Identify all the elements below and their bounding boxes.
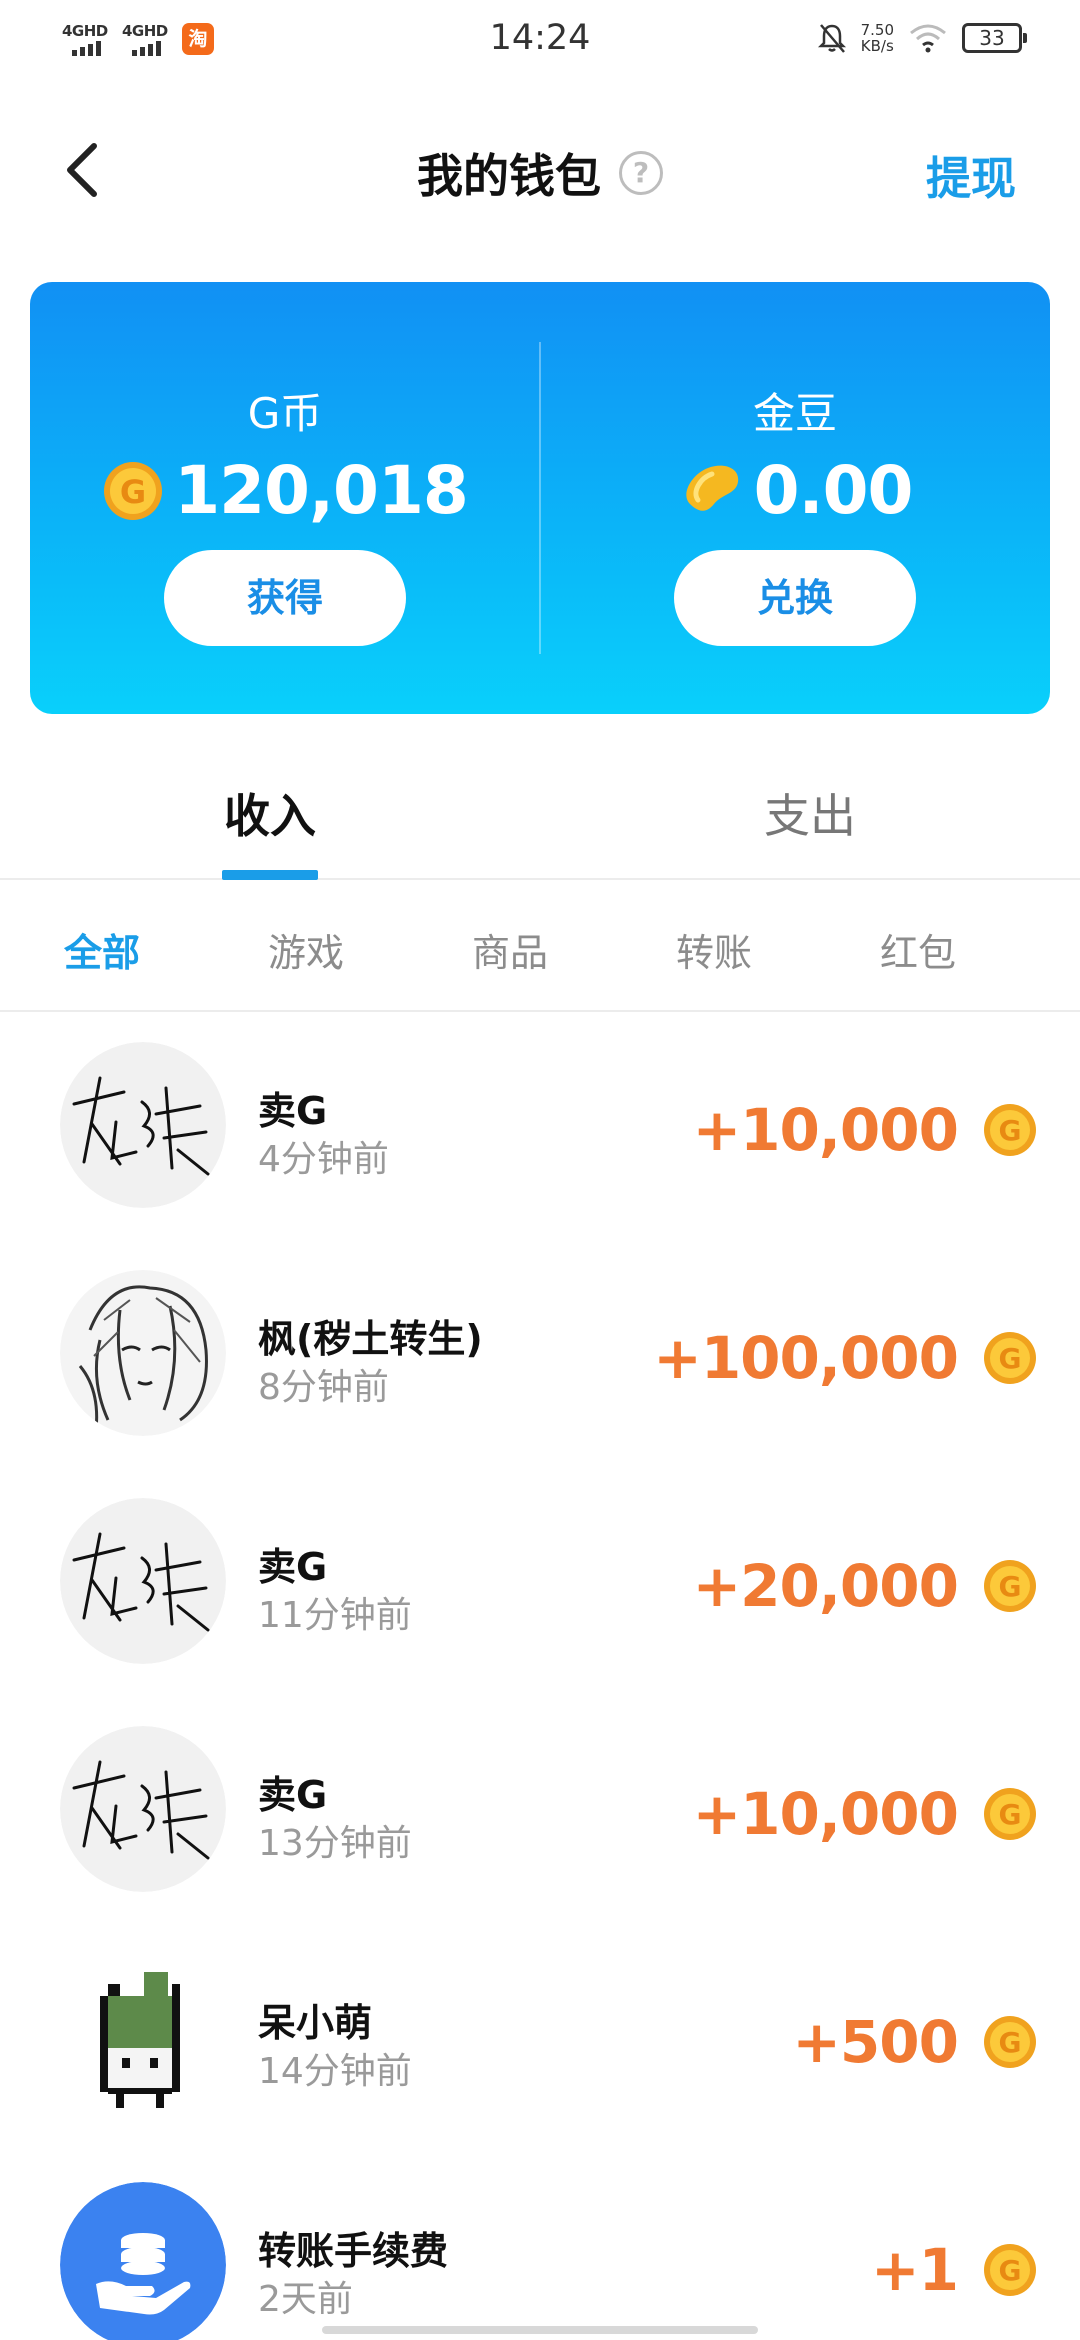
withdraw-button[interactable]: 提现	[926, 142, 1016, 207]
transaction-amount: +500	[792, 2008, 959, 2076]
g-coin-section: G币 G 120,018 获得	[30, 282, 540, 714]
anime-sketch-avatar	[60, 1270, 226, 1436]
gold-bean-section: 金豆 0.00 兑换	[540, 282, 1050, 714]
transaction-title: 卖G	[258, 1545, 328, 1589]
coin-hand-avatar	[60, 2182, 226, 2340]
g-coin-icon: G	[984, 1560, 1036, 1612]
transaction-title: 卖G	[258, 1773, 328, 1817]
handwriting-avatar	[60, 1726, 226, 1892]
transaction-time: 8分钟前	[258, 1367, 389, 1408]
app-header: 我的钱包 ? 提现	[0, 110, 1080, 230]
status-bar: 4GHD 4GHD 淘 14:24 7.50 KB/s 33	[0, 0, 1080, 84]
transaction-title: 呆小萌	[258, 2001, 373, 2045]
gold-bean-amount-row: 0.00	[540, 452, 1050, 529]
g-coin-icon: G	[104, 461, 163, 520]
list-item[interactable]: 转账手续费 2天前 +1 G	[0, 2154, 1080, 2340]
income-expense-tabs: 收入 支出	[0, 740, 1080, 880]
transaction-title: 枫(秽土转生)	[258, 1317, 483, 1361]
filter-goods[interactable]: 商品	[430, 922, 590, 977]
filter-all[interactable]: 全部	[22, 922, 182, 977]
home-indicator[interactable]	[322, 2326, 758, 2334]
g-coin-icon: G	[984, 2016, 1036, 2068]
svg-text:G: G	[999, 1570, 1022, 1603]
pixel-character-avatar	[60, 1954, 226, 2120]
transaction-amount: +20,000	[692, 1552, 959, 1620]
transaction-time: 11分钟前	[258, 1595, 412, 1636]
speed-unit: KB/s	[860, 37, 894, 55]
transaction-amount: +1	[871, 2236, 959, 2304]
g-coin-amount: 120,018	[174, 452, 469, 529]
category-filter-tabs: 全部 游戏 商品 转账 红包	[0, 882, 1080, 1012]
transaction-title: 转账手续费	[258, 2229, 449, 2273]
transaction-amount: +10,000	[692, 1096, 959, 1164]
list-item[interactable]: 卖G 11分钟前 +20,000 G	[0, 1470, 1080, 1698]
filter-transfer[interactable]: 转账	[634, 922, 794, 977]
svg-text:G: G	[999, 1342, 1022, 1375]
list-item[interactable]: 卖G 4分钟前 +10,000 G	[0, 1014, 1080, 1242]
g-coin-icon: G	[984, 2244, 1036, 2296]
svg-text:G: G	[999, 2026, 1022, 2059]
handwriting-avatar	[60, 1498, 226, 1664]
gold-bean-icon	[685, 465, 738, 511]
g-coin-icon: G	[984, 1104, 1036, 1156]
gold-bean-label: 金豆	[752, 389, 837, 438]
help-icon[interactable]: ?	[619, 151, 663, 195]
filter-games[interactable]: 游戏	[226, 922, 386, 977]
transaction-time: 4分钟前	[258, 1139, 389, 1180]
page-title: 我的钱包	[417, 149, 601, 203]
transaction-amount: +10,000	[692, 1780, 959, 1848]
g-coin-icon: G	[984, 1788, 1036, 1840]
transaction-amount: +100,000	[653, 1324, 959, 1392]
g-coin-label: G币	[247, 389, 323, 438]
svg-text:G: G	[999, 1798, 1022, 1831]
mute-bell-icon	[817, 24, 846, 53]
g-coin-icon: G	[984, 1332, 1036, 1384]
filter-red-packet[interactable]: 红包	[838, 922, 998, 977]
list-item[interactable]: 呆小萌 14分钟前 +500 G	[0, 1926, 1080, 2154]
svg-text:G: G	[999, 2254, 1022, 2287]
svg-text:G: G	[999, 1114, 1022, 1147]
list-item[interactable]: 卖G 13分钟前 +10,000 G	[0, 1698, 1080, 1926]
network-speed: 7.50 KB/s	[861, 22, 894, 54]
transaction-time: 2天前	[258, 2279, 353, 2320]
transaction-time: 13分钟前	[258, 1823, 412, 1864]
title-group: 我的钱包 ?	[0, 140, 1080, 206]
battery-icon: 33	[962, 23, 1027, 53]
g-coin-amount-row: G 120,018	[30, 452, 540, 529]
handwriting-avatar	[60, 1042, 226, 1208]
transaction-title: 卖G	[258, 1089, 328, 1133]
transaction-time: 14分钟前	[258, 2051, 412, 2092]
earn-button[interactable]: 获得	[164, 550, 406, 646]
wifi-icon	[910, 24, 946, 53]
list-item[interactable]: 枫(秽土转生) 8分钟前 +100,000 G	[0, 1242, 1080, 1470]
status-right: 7.50 KB/s 33	[817, 22, 1027, 54]
transaction-list: 卖G 4分钟前 +10,000 G 枫(秽土转生) 8分钟前 +100,000 …	[0, 1014, 1080, 2340]
svg-text:G: G	[120, 473, 146, 511]
speed-value: 7.50	[860, 21, 894, 39]
gold-bean-amount: 0.00	[753, 452, 914, 529]
balance-card: G币 G 120,018 获得 金豆 0.00 兑换	[30, 282, 1050, 714]
tab-expense[interactable]: 支出	[660, 780, 960, 846]
active-tab-indicator	[222, 870, 318, 880]
tab-income[interactable]: 收入	[120, 780, 420, 846]
exchange-button[interactable]: 兑换	[674, 550, 916, 646]
